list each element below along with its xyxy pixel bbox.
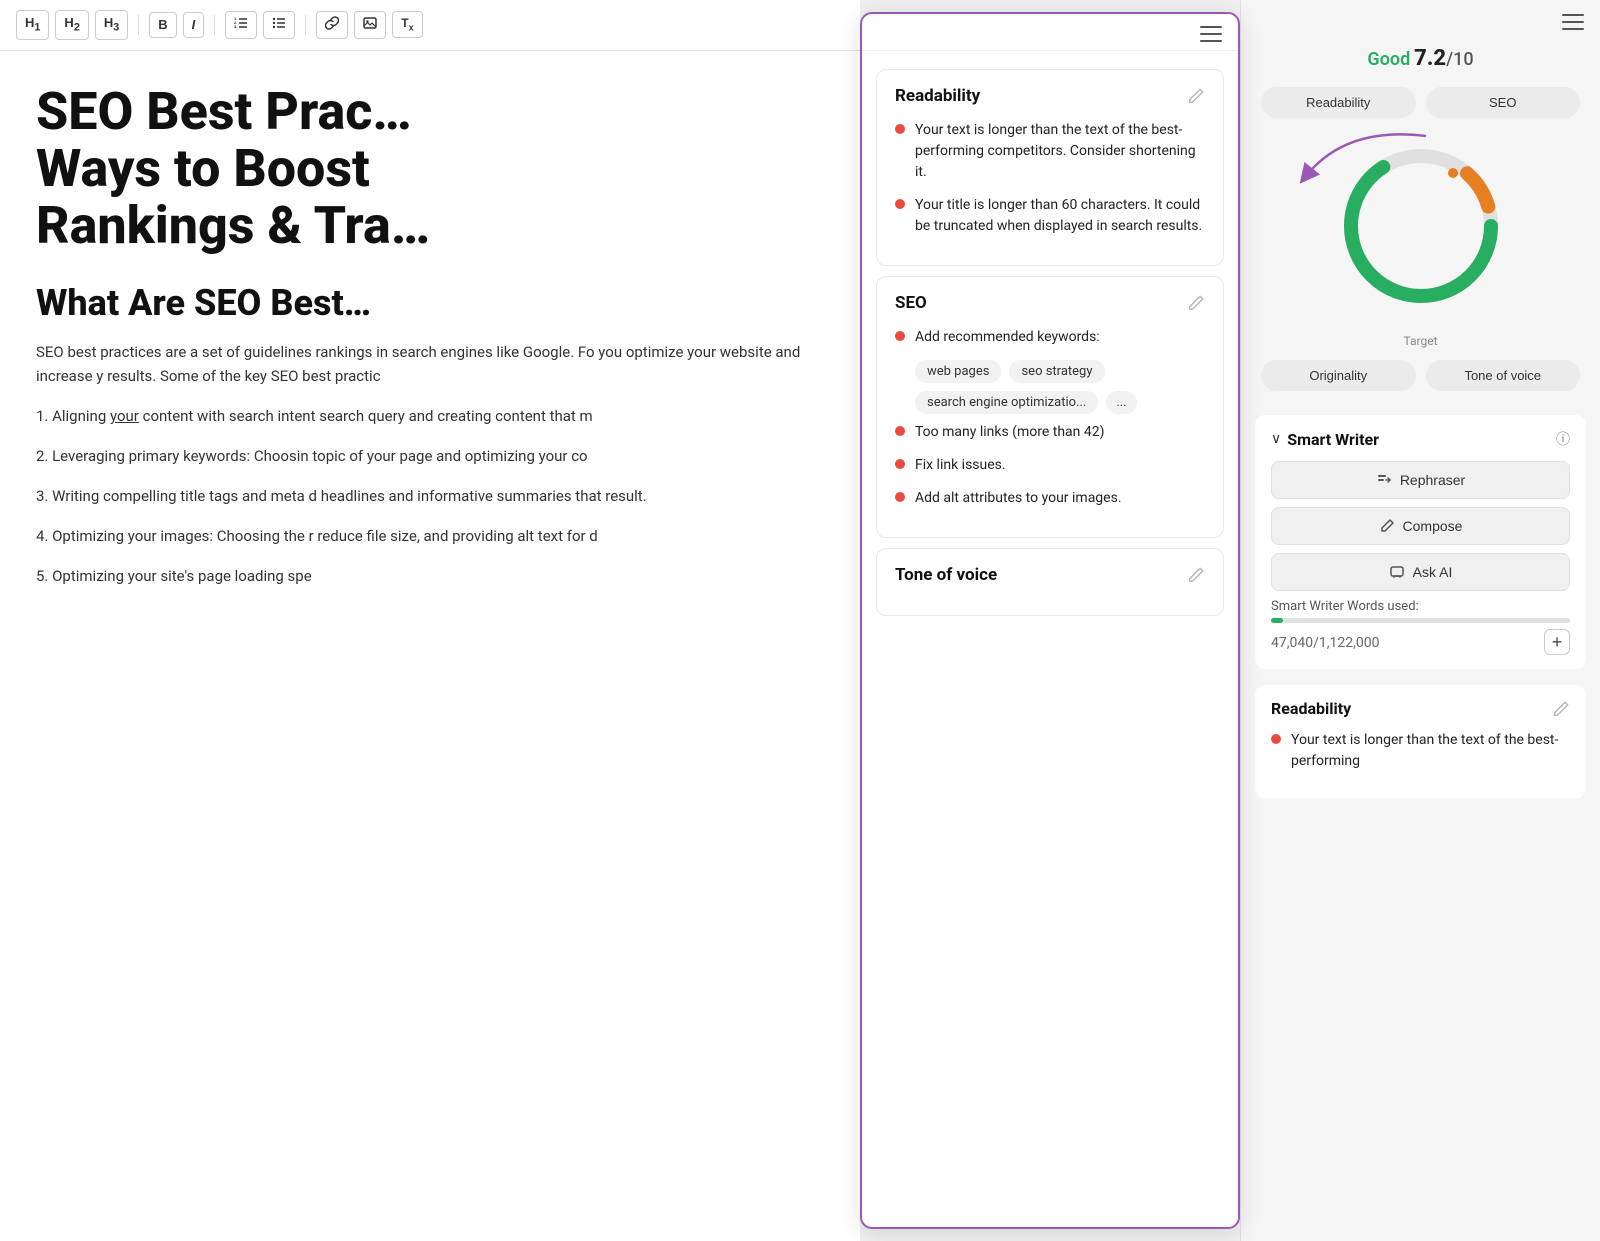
paragraph-4: 3. Writing compelling title tags and met… — [36, 484, 824, 508]
score-value: 7.2 — [1414, 46, 1446, 71]
words-count-row: 47,040/1,122,000 + — [1271, 629, 1570, 655]
bullet-dot — [895, 492, 905, 502]
readability-title: Readability — [895, 86, 980, 106]
words-progress-bar — [1271, 618, 1570, 623]
compose-icon — [1379, 518, 1395, 534]
seo-title: SEO — [895, 293, 927, 313]
score-section: Good 7.2/10 — [1241, 38, 1600, 87]
bullet-dot — [895, 426, 905, 436]
clear-format-button[interactable]: Tx — [392, 11, 422, 38]
tone-title: Tone of voice — [895, 565, 997, 585]
keyword-tag-2[interactable]: seo strategy — [1009, 360, 1104, 383]
smart-writer-title: Smart Writer — [1287, 430, 1379, 449]
editor-panel: H1 H2 H3 B I 1.2.3. Tx SEO Best Prac…Way… — [0, 0, 860, 1241]
bottom-tabs: Originality Tone of voice — [1241, 360, 1600, 391]
score-chart — [1321, 126, 1521, 326]
ordered-list-button[interactable]: 1.2.3. — [225, 11, 257, 39]
seo-header: SEO — [895, 293, 1205, 313]
paragraph-5: 4. Optimizing your images: Choosing the … — [36, 524, 824, 548]
smart-writer-section: ∨ Smart Writer ⓘ Rephraser Compose Ask A… — [1255, 415, 1586, 669]
overlay-header — [862, 14, 1238, 51]
words-progress-fill — [1271, 618, 1283, 623]
menu-icon[interactable] — [1200, 26, 1222, 42]
right-readability-item-1: Your text is longer than the text of the… — [1271, 730, 1570, 772]
toolbar-divider-2 — [214, 15, 215, 35]
keyword-tags: web pages seo strategy search engine opt… — [915, 360, 1205, 414]
article-title: SEO Best Prac…Ways to BoostRankings & Tr… — [36, 83, 824, 255]
seo-item-alt: Add alt attributes to your images. — [895, 488, 1205, 509]
words-count-value: 47,040/1,122,000 — [1271, 633, 1379, 651]
rephraser-icon — [1376, 472, 1392, 488]
readability-item-2: Your title is longer than 60 characters.… — [895, 195, 1205, 237]
overlay-content[interactable]: Readability Your text is longer than the… — [862, 51, 1238, 1227]
overlay-panel: Readability Your text is longer than the… — [860, 12, 1240, 1229]
paragraph-6: 5. Optimizing your site's page loading s… — [36, 564, 824, 588]
h1-button[interactable]: H1 — [16, 10, 49, 40]
h2-button[interactable]: H2 — [55, 10, 88, 40]
toolbar: H1 H2 H3 B I 1.2.3. Tx — [0, 0, 860, 51]
tone-header: Tone of voice — [895, 565, 1205, 585]
rephraser-button[interactable]: Rephraser — [1271, 461, 1570, 499]
compose-button[interactable]: Compose — [1271, 507, 1570, 545]
toolbar-divider-1 — [138, 15, 139, 35]
arrow-annotation — [1266, 116, 1446, 196]
smart-writer-chevron[interactable]: ∨ — [1271, 431, 1281, 447]
bullet-dot — [895, 199, 905, 209]
paragraph-3: 2. Leveraging primary keywords: Choosin … — [36, 444, 824, 468]
bullet-dot — [895, 331, 905, 341]
tab-readability[interactable]: Readability — [1261, 87, 1416, 118]
seo-section: SEO Add recommended keywords: web pages … — [876, 276, 1224, 538]
readability-header: Readability — [895, 86, 1205, 106]
top-tabs: Readability SEO — [1241, 87, 1600, 118]
score-total: /10 — [1446, 49, 1473, 70]
seo-keywords-label: Add recommended keywords: — [895, 327, 1205, 348]
seo-edit-icon[interactable] — [1187, 294, 1205, 312]
bold-button[interactable]: B — [149, 12, 176, 38]
keyword-tag-1[interactable]: web pages — [915, 360, 1001, 383]
keyword-tag-3[interactable]: search engine optimizatio... — [915, 391, 1098, 414]
tone-of-voice-section: Tone of voice — [876, 548, 1224, 616]
readability-edit-icon[interactable] — [1187, 87, 1205, 105]
paragraph-1: SEO best practices are a set of guidelin… — [36, 340, 824, 388]
ask-ai-button[interactable]: Ask AI — [1271, 553, 1570, 591]
tone-edit-icon[interactable] — [1187, 566, 1205, 584]
right-readability-header: Readability — [1271, 699, 1570, 718]
target-label: Target — [1241, 334, 1600, 348]
readability-section: Readability Your text is longer than the… — [876, 69, 1224, 266]
seo-item-links: Too many links (more than 42) — [895, 422, 1205, 443]
right-readability-edit-icon[interactable] — [1552, 700, 1570, 718]
smart-writer-info-icon[interactable]: ⓘ — [1556, 429, 1570, 449]
right-readability-title: Readability — [1271, 699, 1351, 718]
editor-content[interactable]: SEO Best Prac…Ways to BoostRankings & Tr… — [0, 51, 860, 1241]
right-panel-header — [1241, 0, 1600, 38]
image-button[interactable] — [354, 11, 386, 39]
seo-item-fix-links: Fix link issues. — [895, 455, 1205, 476]
bullet-dot — [1271, 734, 1281, 744]
smart-writer-header: ∨ Smart Writer ⓘ — [1271, 429, 1570, 449]
keyword-more-button[interactable]: ... — [1106, 391, 1136, 414]
right-panel: Good 7.2/10 Readability SEO — [1240, 0, 1600, 1241]
bullet-dot — [895, 124, 905, 134]
words-used-label: Smart Writer Words used: — [1271, 599, 1570, 614]
article-subtitle: What Are SEO Best… — [36, 282, 824, 324]
paragraph-2: 1. Aligning your content with search int… — [36, 404, 824, 428]
bullet-dot — [895, 459, 905, 469]
right-readability-section: Readability Your text is longer than the… — [1255, 685, 1586, 798]
svg-text:3.: 3. — [234, 24, 237, 29]
tab-originality[interactable]: Originality — [1261, 360, 1416, 391]
italic-button[interactable]: I — [183, 12, 205, 38]
unordered-list-button[interactable] — [263, 11, 295, 39]
h3-button[interactable]: H3 — [95, 10, 128, 40]
add-words-button[interactable]: + — [1544, 629, 1570, 655]
readability-item-1: Your text is longer than the text of the… — [895, 120, 1205, 183]
link-button[interactable] — [316, 11, 348, 39]
ask-ai-icon — [1389, 564, 1405, 580]
score-label: Good — [1367, 49, 1410, 70]
right-menu-icon[interactable] — [1562, 14, 1584, 30]
tab-seo[interactable]: SEO — [1426, 87, 1581, 118]
toolbar-divider-3 — [305, 15, 306, 35]
tab-tone-of-voice[interactable]: Tone of voice — [1426, 360, 1581, 391]
